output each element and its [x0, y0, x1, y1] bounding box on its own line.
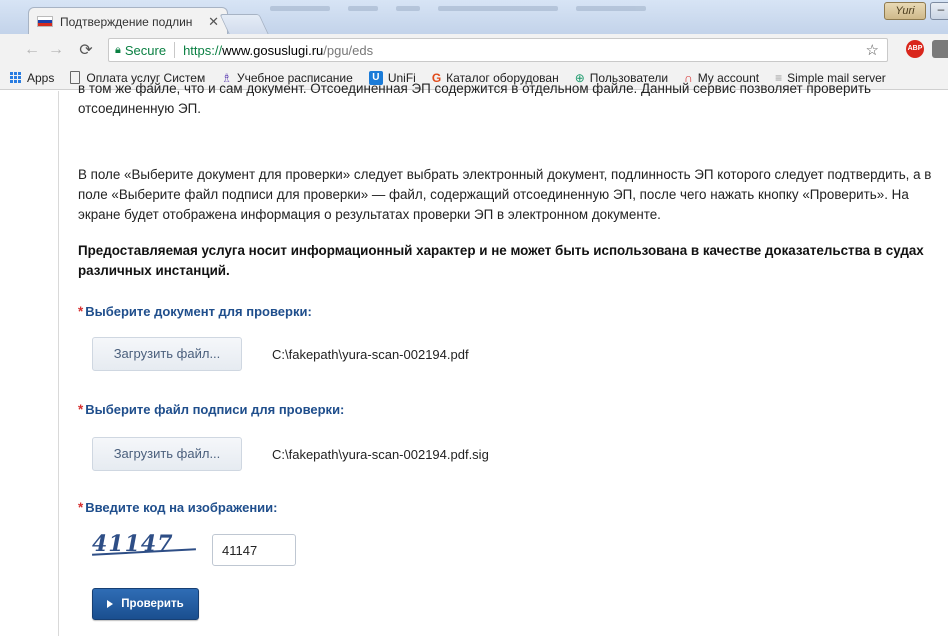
tab-close-icon[interactable]: ✕ [208, 14, 219, 30]
required-mark: * [78, 304, 84, 319]
verify-button-label: Проверить [121, 598, 184, 610]
intro-line: отсоединенную ЭП. [78, 101, 201, 116]
url-path: /pgu/eds [323, 42, 374, 58]
secure-label: Secure [124, 42, 167, 58]
url-host: www.gosuslugi.ru [222, 42, 324, 58]
adblock-icon[interactable]: ABP [906, 40, 924, 58]
bookmark-label: Apps [27, 70, 55, 85]
verify-button[interactable]: Проверить [92, 588, 199, 620]
back-arrow-icon[interactable]: ← [20, 41, 44, 59]
required-mark: * [78, 402, 84, 417]
content-border [58, 91, 59, 636]
address-separator [174, 42, 176, 58]
intro-line-clipped: в том же файле, что и сам документ. Отсо… [78, 81, 871, 96]
active-tab[interactable]: Подтверждение подлин ✕ [28, 7, 228, 35]
lock-icon: 🔒︎ [115, 43, 121, 56]
signature-filename: C:\fakepath\yura-scan-002194.pdf.sig [272, 447, 489, 462]
upload-document-button[interactable]: Загрузить файл... [92, 337, 242, 371]
captcha-field-label: * Введите код на изображении: [78, 500, 278, 515]
captcha-input[interactable] [212, 534, 296, 566]
extension-icon[interactable] [932, 40, 948, 58]
disclaimer-text: Предоставляемая услуга носит информацион… [78, 243, 924, 278]
forward-arrow-icon[interactable]: → [44, 41, 68, 59]
new-tab-button[interactable] [219, 14, 269, 34]
window-titlebar: Подтверждение подлин ✕ Yuri – [0, 0, 948, 35]
document-field-label: * Выберите документ для проверки: [78, 304, 312, 319]
bookmark-star-icon[interactable]: ☆ [866, 41, 879, 59]
browser-toolbar: ← → ⟳ 🔒︎ Secure https:// www.gosuslugi.r… [0, 34, 948, 66]
upload-signature-button[interactable]: Загрузить файл... [92, 437, 242, 471]
signature-field-label: * Выберите файл подписи для проверки: [78, 402, 345, 417]
background-tabs [270, 6, 830, 16]
required-mark: * [78, 500, 84, 515]
reload-icon[interactable]: ⟳ [74, 40, 98, 60]
minimize-icon[interactable]: – [930, 2, 948, 20]
play-arrow-icon [107, 600, 114, 608]
apps-grid-icon [10, 71, 22, 84]
intro-paragraph: в том же файле, что и сам документ. Отсо… [78, 79, 946, 119]
bookmark-apps[interactable]: Apps [10, 71, 54, 85]
instructions-paragraph: В поле «Выберите документ для проверки» … [78, 167, 932, 222]
document-filename: C:\fakepath\yura-scan-002194.pdf [272, 347, 469, 362]
tab-title: Подтверждение подлин [60, 14, 193, 29]
address-bar[interactable]: 🔒︎ Secure https:// www.gosuslugi.ru /pgu… [108, 38, 888, 62]
profile-button[interactable]: Yuri [884, 2, 926, 20]
russian-flag-icon [37, 16, 53, 27]
url-scheme: https:// [183, 42, 223, 58]
page-viewport: в том же файле, что и сам документ. Отсо… [0, 81, 948, 636]
captcha-image: 41147 [92, 533, 202, 566]
